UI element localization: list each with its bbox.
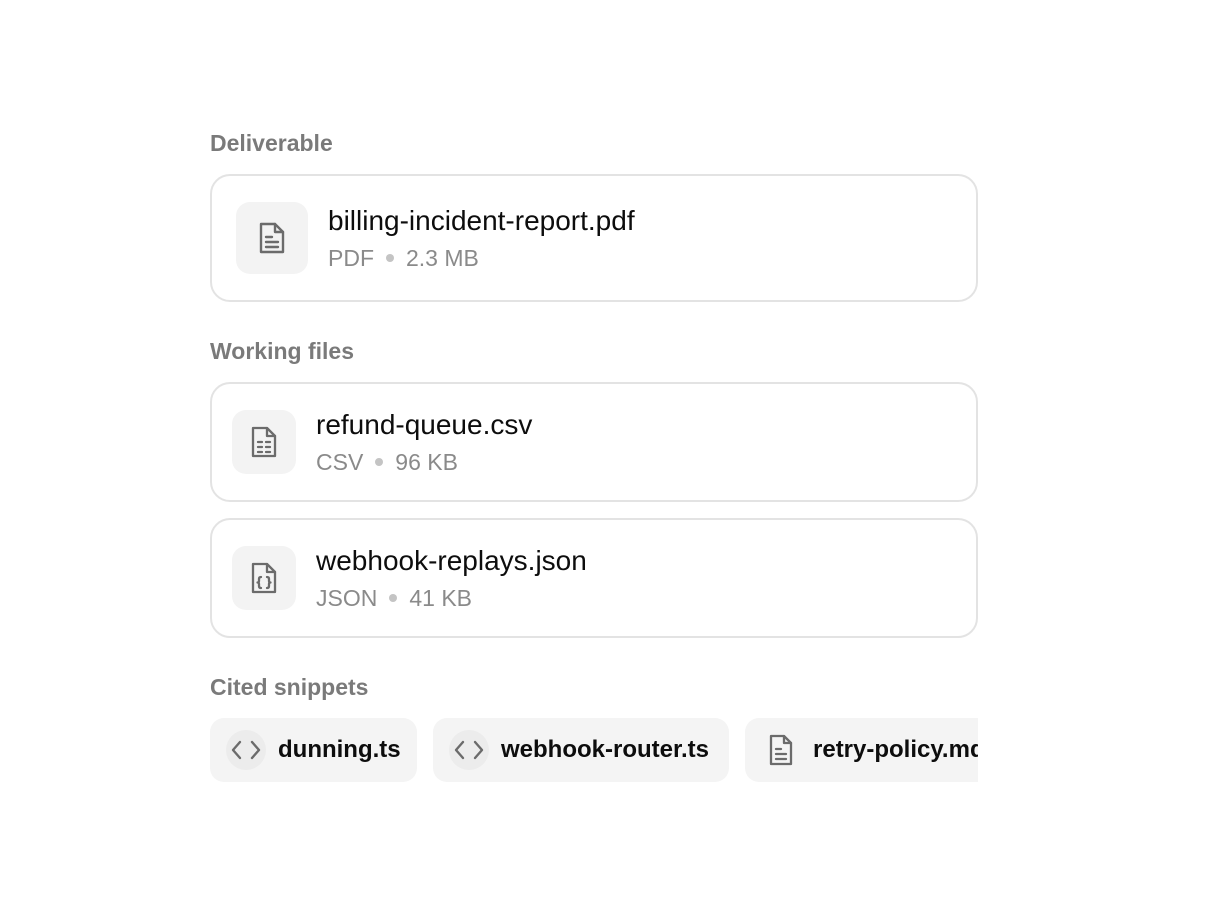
file-size: 2.3 MB bbox=[406, 245, 479, 271]
working-files-section-label: Working files bbox=[210, 338, 354, 364]
json-file-icon bbox=[250, 562, 278, 594]
file-name: billing-incident-report.pdf bbox=[328, 205, 635, 236]
file-name: refund-queue.csv bbox=[316, 409, 533, 440]
snippet-label: retry-policy.md bbox=[813, 736, 978, 763]
code-icon bbox=[226, 730, 266, 770]
separator-dot bbox=[389, 594, 398, 602]
cited-snippets-row: dunning.ts webhook-router.ts retry-polic… bbox=[210, 718, 978, 782]
working-file-card[interactable]: refund-queue.csv CSV 96 KB bbox=[210, 382, 978, 502]
working-file-card[interactable]: webhook-replays.json JSON 41 KB bbox=[210, 518, 978, 638]
file-meta: JSON 41 KB bbox=[316, 584, 587, 612]
file-meta: PDF 2.3 MB bbox=[328, 244, 635, 272]
file-icon-tile bbox=[232, 410, 296, 474]
snippet-chip[interactable]: webhook-router.ts bbox=[433, 718, 729, 782]
snippet-chip[interactable]: dunning.ts bbox=[210, 718, 417, 782]
snippet-label: webhook-router.ts bbox=[501, 736, 710, 763]
spreadsheet-file-icon bbox=[250, 426, 278, 458]
code-icon bbox=[449, 730, 489, 770]
deliverable-section-label: Deliverable bbox=[210, 130, 333, 156]
cited-snippets-section-label: Cited snippets bbox=[210, 674, 369, 700]
snippet-chip[interactable]: retry-policy.md bbox=[745, 718, 978, 782]
file-type: JSON bbox=[316, 585, 378, 611]
file-name: webhook-replays.json bbox=[316, 545, 587, 576]
outputs-panel: Deliverable billing-incident-report.pdf … bbox=[210, 128, 978, 782]
file-icon-tile bbox=[232, 546, 296, 610]
file-icon-tile bbox=[236, 202, 308, 274]
file-type: PDF bbox=[328, 245, 374, 271]
deliverable-file-card[interactable]: billing-incident-report.pdf PDF 2.3 MB bbox=[210, 174, 978, 302]
separator-dot bbox=[386, 254, 394, 262]
snippet-label: dunning.ts bbox=[278, 736, 401, 763]
file-type: CSV bbox=[316, 449, 364, 475]
document-icon bbox=[257, 221, 287, 255]
file-meta: CSV 96 KB bbox=[316, 448, 532, 476]
separator-dot bbox=[375, 458, 384, 466]
file-size: 96 KB bbox=[395, 449, 458, 475]
document-icon bbox=[761, 730, 801, 770]
file-size: 41 KB bbox=[409, 585, 472, 611]
